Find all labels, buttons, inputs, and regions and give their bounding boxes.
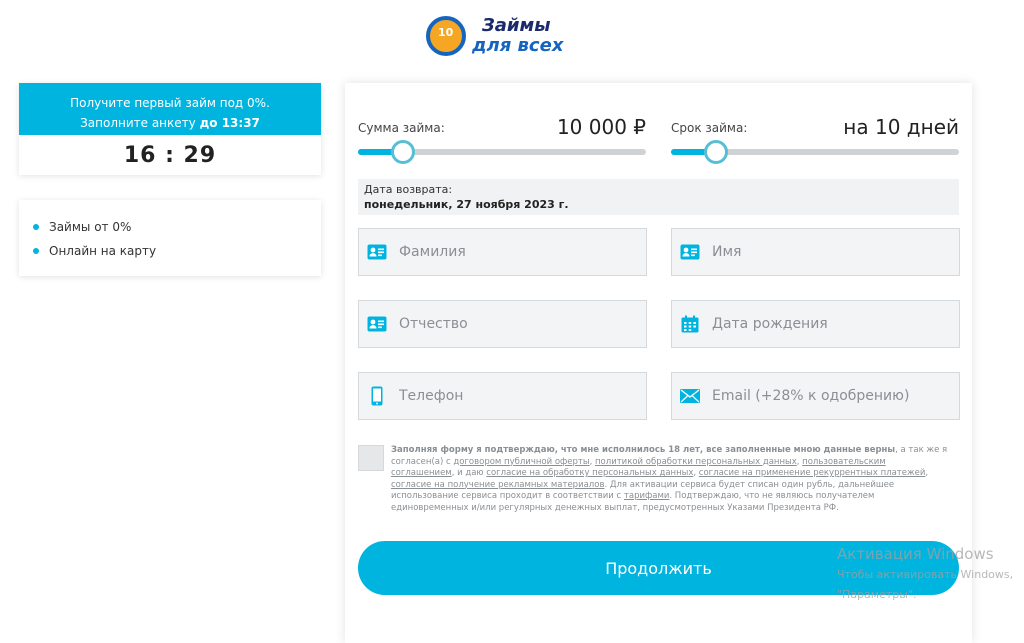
bullet-icon: [33, 224, 39, 230]
id-card-icon: [367, 242, 387, 262]
personal-data-consent-link[interactable]: согласие на обработку персональных данны…: [486, 468, 693, 478]
amount-value: 10 000 ₽: [556, 115, 646, 139]
id-card-icon: [367, 314, 387, 334]
term-slider-block: Срок займа: на 10 дней: [671, 113, 959, 164]
phone-input[interactable]: [399, 388, 639, 404]
phone-field[interactable]: [358, 372, 647, 420]
surname-field[interactable]: [358, 228, 647, 276]
coin-label: 10: [438, 26, 454, 39]
watermark-line2: Чтобы активировать Windows,: [837, 568, 1014, 581]
email-field[interactable]: [671, 372, 960, 420]
countdown-timer: 16 : 29: [123, 143, 217, 168]
agreement-text: Заполняя форму я подтверждаю, что мне ис…: [391, 445, 950, 514]
promo-deadline: до 13:37: [199, 116, 260, 130]
bullet-icon: [33, 248, 39, 254]
surname-input[interactable]: [399, 244, 639, 260]
offer-link[interactable]: договором публичной оферты: [453, 457, 589, 467]
logo-line1: Займы: [482, 15, 551, 36]
return-date-label: Дата возврата:: [364, 183, 453, 196]
birthdate-input[interactable]: [712, 316, 952, 332]
tariffs-link[interactable]: тарифами: [624, 491, 670, 501]
term-label: Срок займа:: [671, 121, 748, 135]
return-date-value: понедельник, 27 ноября 2023 г.: [364, 198, 569, 211]
coin-logo-icon: 10: [426, 16, 466, 56]
agreement-text-part: , и даю: [451, 468, 487, 478]
promo-panel: Получите первый займ под 0%. Заполните а…: [19, 83, 321, 175]
logo-line2: для всех: [472, 35, 564, 56]
promo-line2: Заполните анкету до 13:37: [19, 113, 321, 133]
logo-text: Займы для всех: [472, 16, 563, 56]
id-card-icon: [680, 242, 700, 262]
site-logo[interactable]: 10 Займы для всех: [426, 12, 563, 60]
email-input[interactable]: [712, 388, 952, 404]
term-slider-track[interactable]: [671, 140, 959, 164]
windows-activation-watermark: Активация Windows Чтобы активировать Win…: [837, 545, 1013, 603]
privacy-policy-link[interactable]: политикой обработки персональных данных: [595, 457, 797, 467]
patronymic-field[interactable]: [358, 300, 647, 348]
agreement-checkbox[interactable]: [358, 445, 384, 471]
features-panel: Займы от 0% Онлайн на карту: [19, 200, 321, 276]
watermark-title: Активация Windows: [837, 545, 994, 563]
feature-label: Займы от 0%: [49, 220, 132, 234]
watermark-line3: "Параметры".: [837, 588, 917, 601]
agreement-text-part: ,: [925, 468, 929, 478]
envelope-icon: [680, 386, 700, 406]
calendar-icon: [680, 314, 700, 334]
promo-line2-prefix: Заполните анкету: [80, 116, 196, 130]
return-date-box: Дата возврата: понедельник, 27 ноября 20…: [358, 179, 959, 215]
amount-label: Сумма займа:: [358, 121, 445, 135]
ads-consent-link[interactable]: согласие на получение рекламных материал…: [391, 480, 604, 490]
amount-slider-track[interactable]: [358, 140, 646, 164]
feature-label: Онлайн на карту: [49, 244, 157, 258]
term-value: на 10 дней: [843, 115, 959, 139]
term-slider-thumb[interactable]: [704, 140, 728, 164]
agreement-bold: Заполняя форму я подтверждаю, что мне ис…: [391, 445, 896, 455]
patronymic-input[interactable]: [399, 316, 639, 332]
amount-slider-thumb[interactable]: [391, 140, 415, 164]
feature-item: Займы от 0%: [33, 215, 321, 239]
promo-line1: Получите первый займ под 0%.: [70, 96, 270, 110]
name-input[interactable]: [712, 244, 952, 260]
recurring-payments-consent-link[interactable]: согласие на применение рекуррентных плат…: [699, 468, 926, 478]
agreement-block: Заполняя форму я подтверждаю, что мне ис…: [358, 445, 950, 514]
amount-slider-block: Сумма займа: 10 000 ₽: [358, 113, 646, 164]
birthdate-field[interactable]: [671, 300, 960, 348]
phone-icon: [367, 386, 387, 406]
feature-item: Онлайн на карту: [33, 239, 321, 263]
promo-banner: Получите первый займ под 0%. Заполните а…: [19, 83, 321, 135]
name-field[interactable]: [671, 228, 960, 276]
